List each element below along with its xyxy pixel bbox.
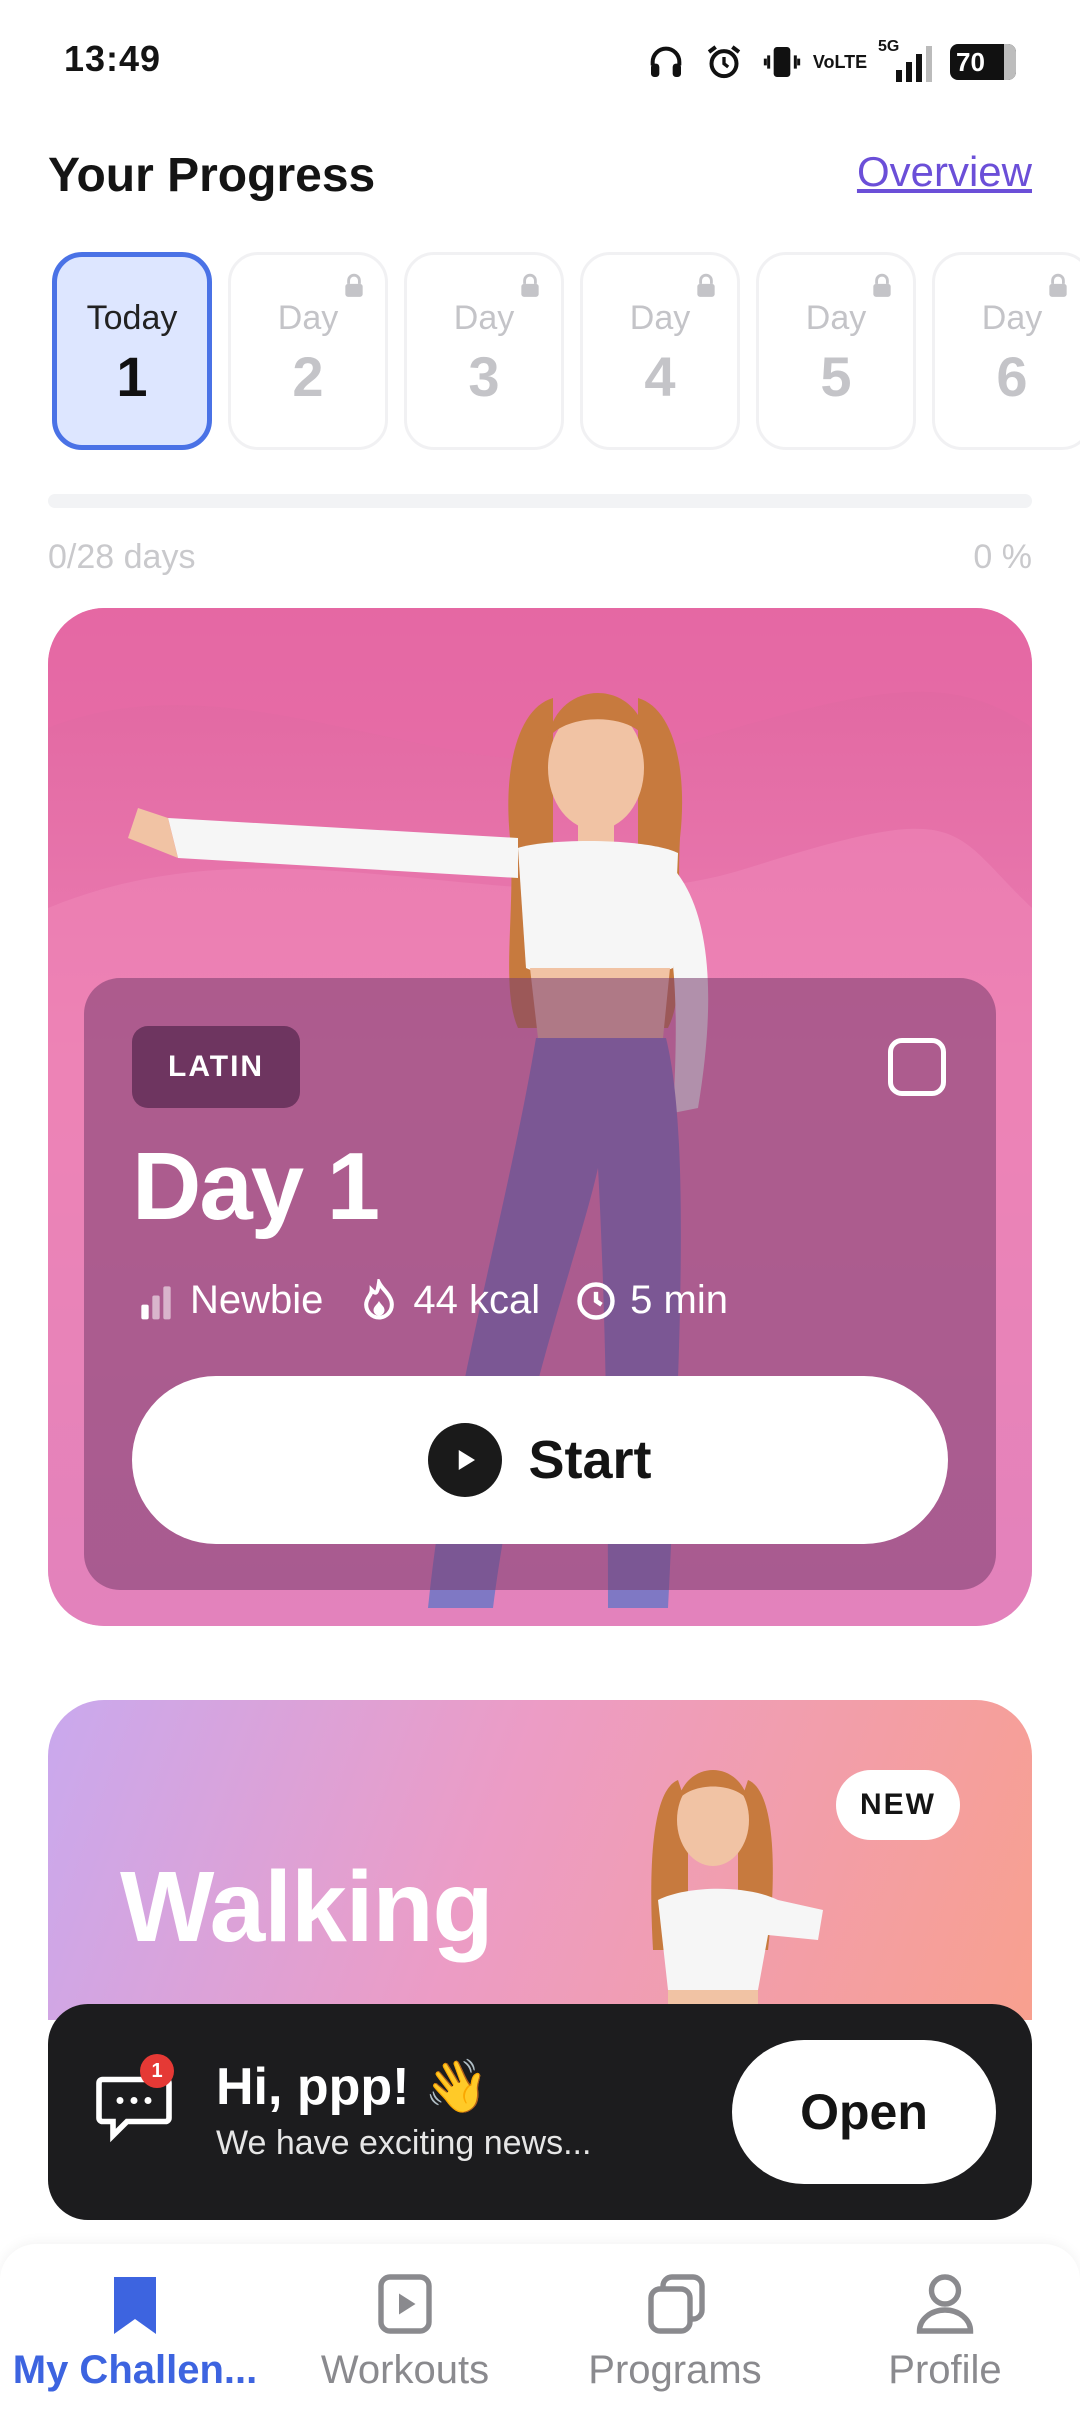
- lock-icon: [1049, 273, 1067, 297]
- progress-percent-text: 0 %: [973, 538, 1032, 576]
- day-pill-5[interactable]: Day 5: [756, 252, 916, 450]
- lock-icon: [521, 273, 539, 297]
- day-pill-2[interactable]: Day 2: [228, 252, 388, 450]
- volte-line2: LTE: [834, 52, 868, 72]
- play-icon: [428, 1423, 503, 1497]
- walking-title: Walking: [120, 1851, 494, 1963]
- nav-programs[interactable]: Programs: [540, 2244, 810, 2412]
- vibrate-icon: [762, 42, 802, 82]
- volte-icon: Vo LTE: [813, 42, 867, 82]
- day-pill-number: 3: [468, 345, 500, 408]
- workout-style-tag: LATIN: [132, 1026, 301, 1108]
- lock-icon: [345, 273, 363, 297]
- clock-icon: [577, 1281, 615, 1320]
- level-text: Newbie: [190, 1278, 324, 1322]
- nav-label-profile: Profile: [888, 2348, 1002, 2392]
- day-pill-number: 2: [292, 345, 324, 408]
- battery-icon: 70: [950, 44, 1016, 80]
- nav-workouts[interactable]: Workouts: [270, 2244, 540, 2412]
- bookmark-icon: [114, 2277, 156, 2334]
- network-type: 5G: [878, 38, 900, 55]
- walking-program-card[interactable]: Walking NEW: [48, 1700, 1032, 2020]
- status-bar: 13:49 Vo LTE 5G 70: [0, 0, 1080, 120]
- lock-icon: [873, 273, 891, 297]
- unread-badge: 1: [140, 2054, 174, 2088]
- level-meta: Newbie: [134, 1278, 323, 1323]
- day-pill-label: Day: [453, 299, 515, 337]
- day-pill-number: 4: [644, 345, 676, 408]
- challenge-card[interactable]: LATIN Day 1 Newbie 44 kcal 5 min Start: [48, 608, 1032, 1626]
- nav-profile[interactable]: Profile: [810, 2244, 1080, 2412]
- person-icon: [916, 2274, 974, 2334]
- volte-line1: Vo: [812, 52, 835, 72]
- nav-label-my-challenges: My Challen...: [12, 2348, 258, 2392]
- overview-link[interactable]: Overview: [857, 148, 1032, 196]
- calories-meta: 44 kcal: [357, 1278, 540, 1323]
- day-pill-number: 5: [820, 345, 852, 408]
- nav-label-programs: Programs: [588, 2348, 762, 2392]
- stacked-squares-icon: [648, 2274, 705, 2334]
- day-pill-3[interactable]: Day 3: [404, 252, 564, 450]
- workout-meta: Newbie 44 kcal 5 min: [134, 1278, 728, 1323]
- progress-days-text: 0/28 days: [48, 538, 196, 576]
- page-title: Your Progress: [48, 149, 376, 202]
- day-pill-number: 1: [116, 345, 148, 408]
- play-square-icon: [378, 2274, 432, 2334]
- status-icons: Vo LTE 5G 70: [646, 38, 1016, 86]
- completion-checkbox[interactable]: [888, 1038, 946, 1096]
- progress-bar: [48, 494, 1032, 508]
- news-notification[interactable]: 1 Hi, ppp! 👋 We have exciting news... Op…: [48, 2004, 1032, 2220]
- day-pill-label: Day: [277, 299, 339, 337]
- day-pill-label: Today: [86, 299, 178, 337]
- duration-meta: 5 min: [574, 1278, 728, 1323]
- battery-level: 70: [956, 46, 985, 77]
- alarm-icon: [704, 42, 744, 82]
- calories-text: 44 kcal: [413, 1278, 541, 1322]
- signal-icon: 5G: [878, 38, 932, 82]
- status-time: 13:49: [64, 38, 162, 79]
- walking-instructor-photo: [651, 1770, 823, 2020]
- headphones-icon: [646, 42, 686, 82]
- day-pill-label: Day: [805, 299, 867, 337]
- duration-text: 5 min: [630, 1278, 728, 1322]
- open-button[interactable]: Open: [732, 2040, 996, 2184]
- day-pill-label: Day: [981, 299, 1043, 337]
- nav-my-challenges[interactable]: My Challen...: [0, 2244, 270, 2412]
- start-button[interactable]: Start: [132, 1376, 948, 1544]
- notification-title: Hi, ppp! 👋: [216, 2058, 489, 2116]
- day-pill-1[interactable]: Today 1: [52, 252, 212, 450]
- day-selector: Today 1 Day 2 Day 3 Day 4 Day 5 Day 6: [52, 252, 1080, 452]
- day-pill-6[interactable]: Day 6: [932, 252, 1080, 450]
- new-badge: NEW: [836, 1770, 960, 1840]
- start-label: Start: [528, 1430, 652, 1490]
- bottom-navigation: My Challen... Workouts Programs Profile: [0, 2244, 1080, 2412]
- difficulty-bars-icon: [141, 1285, 171, 1319]
- day-pill-label: Day: [629, 299, 691, 337]
- flame-icon: [364, 1278, 395, 1320]
- workout-day-title: Day 1: [132, 1133, 380, 1240]
- lock-icon: [697, 273, 715, 297]
- day-pill-4[interactable]: Day 4: [580, 252, 740, 450]
- day-pill-number: 6: [996, 345, 1028, 408]
- app-screen: 13:49 Vo LTE 5G 70 Your Progress Overview: [0, 0, 1080, 2412]
- notification-subtitle: We have exciting news...: [216, 2124, 592, 2162]
- nav-label-workouts: Workouts: [320, 2348, 490, 2392]
